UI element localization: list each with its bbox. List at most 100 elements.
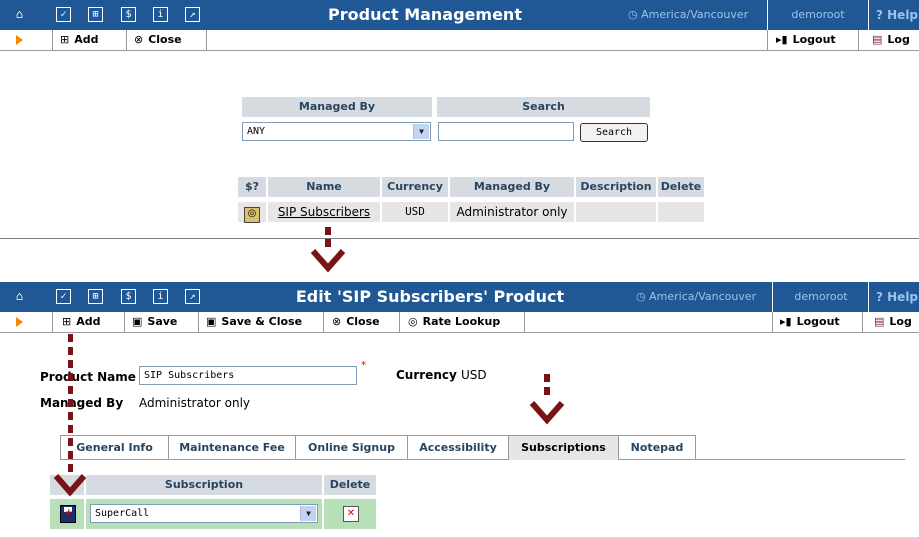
close-circle-icon: ⊗ [134,33,144,46]
close-circle-icon: ⊗ [332,315,342,328]
username[interactable]: demoroot [770,0,866,30]
managed-by-value: ANY [247,126,266,137]
divider [858,30,859,50]
subscription-select[interactable]: SuperCall ▼ [90,504,318,523]
annotation-dash [325,239,331,247]
product-management-window: ⌂ ✓ ⊞ $ i ↗ Product Management ◷ America… [0,0,919,239]
chart-icon[interactable]: ↗ [185,289,200,304]
add-button[interactable]: ⊞ Add [60,30,98,50]
checklist-icon[interactable]: ✓ [56,289,71,304]
save-button[interactable]: ▣ Save [132,312,177,332]
col-header-currency: Currency [382,177,448,197]
tab-notepad[interactable]: Notepad [618,435,696,459]
product-name-cell: SIP Subscribers [268,202,380,222]
log-button[interactable]: ▤ Log [872,30,910,50]
product-name-link[interactable]: SIP Subscribers [278,205,370,219]
help-link[interactable]: ? Help [876,0,918,30]
logout-icon: ▸▮ [776,33,788,46]
close-button[interactable]: ⊗ Close [332,312,380,332]
active-tab-gap [509,459,618,460]
rate-lookup-cell: ◎ [238,202,266,223]
checklist-icon[interactable]: ✓ [56,7,71,22]
close-button[interactable]: ⊗ Close [134,30,182,50]
divider [52,312,53,332]
search-input[interactable] [438,122,574,141]
dollar-icon[interactable]: $ [121,289,136,304]
required-mark: * [361,360,366,371]
tab-accessibility[interactable]: Accessibility [407,435,509,459]
subscription-value: SuperCall [95,508,150,519]
divider [124,312,125,332]
search-header: Search [437,97,650,117]
info-icon[interactable]: i [153,289,168,304]
tab-maintenance-fee[interactable]: Maintenance Fee [168,435,296,459]
rate-lookup-button[interactable]: ◎ Rate Lookup [408,312,500,332]
chevron-down-icon: ▼ [413,124,429,139]
help-link[interactable]: ? Help [876,282,918,312]
grid-icon[interactable]: ⊞ [88,7,103,22]
toolbar: ⊞ Add ▣ Save ▣ Save & Close ⊗ Close ◎ Rate Lo… [0,312,919,333]
info-icon[interactable]: i [153,7,168,22]
divider [772,282,773,312]
clock-icon: ◷ [628,8,642,21]
save-row-icon[interactable]: + [60,505,76,523]
log-icon: ▤ [872,33,883,46]
log-button[interactable]: ▤ Log [874,312,912,332]
managed-by-header: Managed By [242,97,432,117]
divider [862,312,863,332]
home-icon[interactable]: ⌂ [12,289,27,304]
annotation-arrow-down-icon [529,401,565,425]
save-close-button[interactable]: ▣ Save & Close [206,312,302,332]
annotation-dash [544,374,550,382]
tab-subscriptions[interactable]: Subscriptions [508,435,619,460]
title-bar: ⌂ ✓ ⊞ $ i ↗ Edit 'SIP Subscribers' Produ… [0,282,919,312]
toolbar-arrow-icon [16,35,23,45]
delete-cell: ✕ [324,499,376,529]
divider [772,312,773,332]
chart-icon[interactable]: ↗ [185,7,200,22]
help-icon: ? [876,290,888,304]
tab-online-signup[interactable]: Online Signup [295,435,408,459]
clock-icon: ◷ [636,290,650,303]
tab-general-info[interactable]: General Info [60,435,169,459]
username[interactable]: demoroot [775,282,867,312]
divider [868,282,869,312]
product-name-input[interactable]: SIP Subscribers [139,366,357,385]
col-header-name: Name [268,177,380,197]
page-title: Product Management [328,5,522,24]
divider [399,312,400,332]
timezone-indicator[interactable]: ◷ America/Vancouver [628,0,748,30]
grid-icon[interactable]: ⊞ [88,289,103,304]
log-icon: ▤ [874,315,885,328]
currency-value: USD [461,368,487,382]
divider [126,30,127,50]
search-button[interactable]: Search [580,123,648,142]
annotation-arrow-down-icon [310,249,346,273]
divider [767,0,768,30]
managed-by-label: Managed By [40,396,124,410]
home-icon[interactable]: ⌂ [12,7,27,22]
col-header-description: Description [576,177,656,197]
col-header-managed-by: Managed By [450,177,574,197]
toolbar-arrow-icon [16,317,23,327]
timezone-indicator[interactable]: ◷ America/Vancouver [636,282,756,312]
floppy-icon: ▣ [132,315,143,328]
currency-cell: USD [382,202,448,222]
managed-by-value: Administrator only [139,396,250,410]
logout-button[interactable]: ▸▮ Logout [776,30,836,50]
toolbar: ⊞ Add ⊗ Close ▸▮ Logout ▤ Log [0,30,919,51]
rate-lookup-icon[interactable]: ◎ [244,207,260,223]
dollar-icon[interactable]: $ [121,7,136,22]
rate-lookup-icon: ◎ [408,315,418,328]
add-button[interactable]: ⊞ Add [62,312,100,332]
chevron-down-icon: ▼ [300,506,316,521]
logout-button[interactable]: ▸▮ Logout [780,312,840,332]
managed-by-cell: Administrator only [450,202,574,222]
delete-cell [658,202,704,222]
plus-box-icon: ⊞ [60,33,70,46]
annotation-dash [325,227,331,235]
managed-by-select[interactable]: ANY ▼ [242,122,431,141]
delete-icon[interactable]: ✕ [343,506,359,522]
divider [524,312,525,332]
col-header-dollar: $? [238,177,266,197]
